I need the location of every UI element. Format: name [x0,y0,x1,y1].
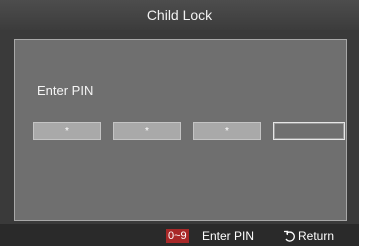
pin-digit-3[interactable]: * [193,122,261,140]
key-range-badge: 0~9 [166,229,189,243]
pin-digit-2[interactable]: * [113,122,181,140]
return-button-label[interactable]: Return [298,229,334,243]
title-bar: Child Lock [0,0,359,30]
pin-digit-4[interactable] [273,122,345,140]
dialog-title: Child Lock [146,7,213,23]
pin-entry-panel: Enter PIN * * * [14,39,347,221]
pin-digit-1[interactable]: * [33,122,101,140]
pin-prompt: Enter PIN [37,83,94,98]
tv-screen: Child Lock Enter PIN * * * 0~9 Enter PIN… [0,0,359,246]
enter-pin-hint: Enter PIN [202,229,255,243]
pin-digit-mask: * [145,125,149,137]
return-icon[interactable] [283,229,296,243]
footer-hints: 0~9 Enter PIN Return [0,224,359,246]
pin-digit-mask: * [65,125,69,137]
pin-digit-mask: * [225,125,229,137]
